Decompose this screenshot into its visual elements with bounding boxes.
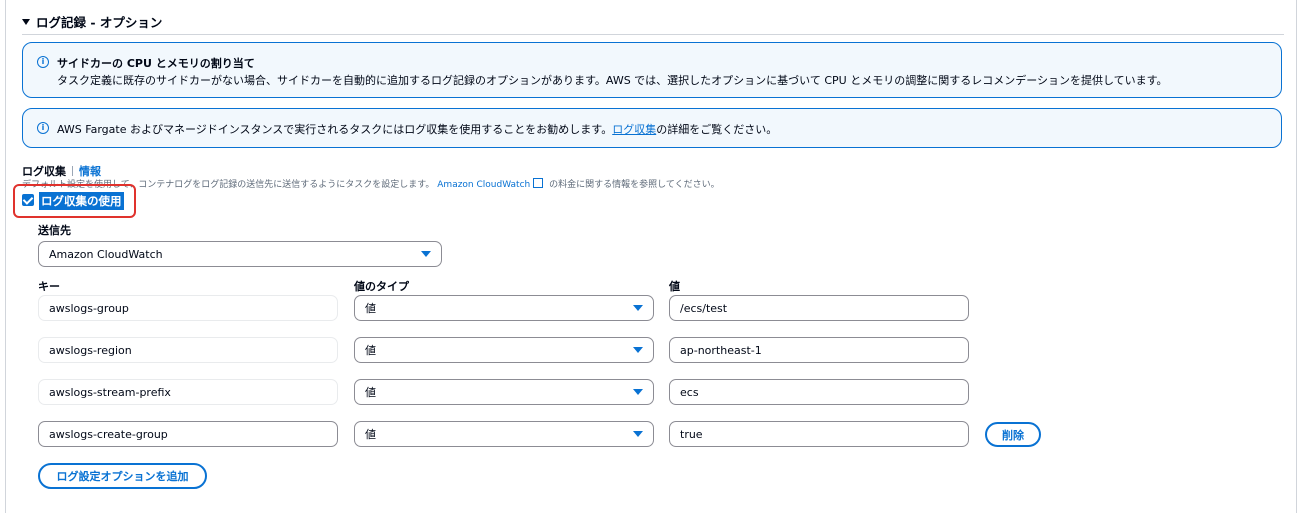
checkbox-label[interactable]: ログ収集の使用 bbox=[39, 192, 124, 210]
alert-text-before: AWS Fargate およびマネージドインスタンスで実行されるタスクにはログ収… bbox=[57, 123, 613, 136]
caret-down-icon bbox=[633, 389, 643, 395]
section-header[interactable]: ログ記録 - オプション bbox=[22, 12, 162, 31]
caret-down-icon bbox=[633, 431, 643, 437]
frame-border-right bbox=[1296, 0, 1297, 513]
option-value: ecs bbox=[680, 385, 699, 399]
option-key-field: awslogs-stream-prefix bbox=[38, 379, 338, 405]
alert-text-after: の詳細をご覧ください。 bbox=[656, 123, 778, 136]
destination-select[interactable]: Amazon CloudWatch bbox=[38, 241, 442, 267]
caret-down-icon bbox=[22, 18, 30, 25]
value-type: 値 bbox=[365, 302, 376, 315]
value-type-select[interactable]: 値 bbox=[354, 295, 654, 321]
option-key-field: awslogs-group bbox=[38, 295, 338, 321]
section-title: ログ記録 - オプション bbox=[36, 15, 163, 30]
option-key-input[interactable]: awslogs-create-group bbox=[38, 421, 338, 447]
option-key-field: awslogs-region bbox=[38, 337, 338, 363]
section-divider bbox=[22, 34, 1284, 35]
destination-value: Amazon CloudWatch bbox=[49, 247, 163, 261]
option-value-input[interactable]: true bbox=[669, 421, 969, 447]
external-link-icon bbox=[533, 178, 544, 188]
option-value-input[interactable]: /ecs/test bbox=[669, 295, 969, 321]
sidecar-info-alert: i サイドカーの CPU とメモリの割り当て タスク定義に既存のサイドカーがない… bbox=[22, 42, 1282, 98]
fargate-info-alert: i AWS Fargate およびマネージドインスタンスで実行されるタスクにはロ… bbox=[22, 108, 1282, 148]
value-type-select[interactable]: 値 bbox=[354, 337, 654, 363]
value-type: 値 bbox=[365, 344, 376, 357]
option-value-input[interactable]: ecs bbox=[669, 379, 969, 405]
add-log-option-button[interactable]: ログ設定オプションを追加 bbox=[38, 463, 207, 489]
option-value-input[interactable]: ap-northeast-1 bbox=[669, 337, 969, 363]
info-icon: i bbox=[37, 122, 49, 134]
option-value: /ecs/test bbox=[680, 301, 728, 315]
caret-down-icon bbox=[633, 305, 643, 311]
option-key: awslogs-create-group bbox=[49, 427, 168, 441]
alert-title: サイドカーの CPU とメモリの割り当て bbox=[57, 57, 255, 70]
value-type-select[interactable]: 値 bbox=[354, 379, 654, 405]
value-type-column-label: 値のタイプ bbox=[354, 280, 409, 293]
key-column-label: キー bbox=[38, 280, 60, 293]
alert-body: AWS Fargate およびマネージドインスタンスで実行されるタスクにはログ収… bbox=[57, 121, 777, 137]
desc-text-after: の料金に関する情報を参照してください。 bbox=[549, 180, 720, 190]
value-type-select[interactable]: 値 bbox=[354, 421, 654, 447]
info-icon: i bbox=[37, 56, 49, 68]
option-key: awslogs-region bbox=[49, 343, 132, 357]
delete-button[interactable]: 削除 bbox=[985, 422, 1041, 447]
value-column-label: 値 bbox=[669, 280, 680, 293]
value-type: 値 bbox=[365, 428, 376, 441]
log-collection-link[interactable]: ログ収集 bbox=[612, 123, 656, 136]
caret-down-icon bbox=[421, 251, 431, 257]
destination-label: 送信先 bbox=[38, 224, 71, 237]
option-value: ap-northeast-1 bbox=[680, 343, 762, 357]
separator bbox=[72, 166, 73, 176]
cloudwatch-pricing-link[interactable]: Amazon CloudWatch bbox=[437, 180, 530, 190]
value-type: 値 bbox=[365, 386, 376, 399]
use-log-collection-checkbox[interactable] bbox=[22, 194, 34, 206]
alert-body: タスク定義に既存のサイドカーがない場合、サイドカーを自動的に追加するログ記録のオ… bbox=[57, 74, 1168, 87]
option-key: awslogs-group bbox=[49, 301, 129, 315]
option-key: awslogs-stream-prefix bbox=[49, 385, 171, 399]
frame-border-left bbox=[5, 0, 6, 513]
option-value: true bbox=[680, 427, 703, 441]
caret-down-icon bbox=[633, 347, 643, 353]
